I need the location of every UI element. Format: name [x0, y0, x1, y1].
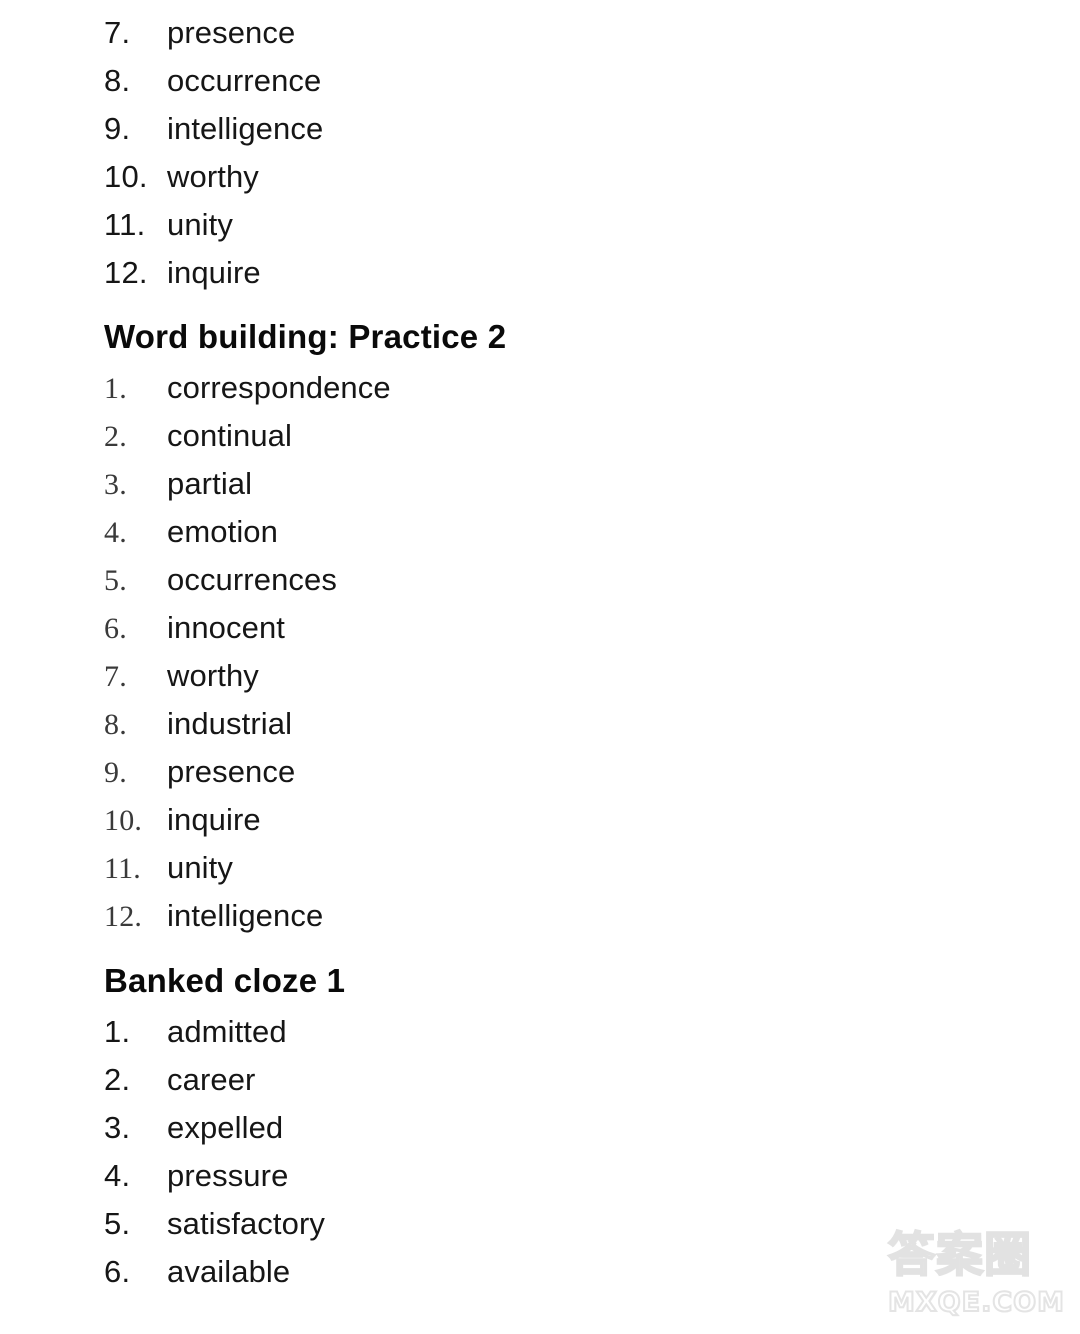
answer-item-number: 6. [104, 612, 127, 645]
answer-list-practice-1-continued: 7. presence 8. occurrence 9. intelligence 10. w… [104, 9, 323, 297]
section-heading-banked-cloze-1: Banked cloze 1 [104, 962, 346, 999]
answer-item: 11. unity [104, 844, 391, 892]
answer-item: 8. occurrence [104, 57, 323, 105]
answer-item-number: 7. [104, 15, 131, 50]
answer-item: 7. worthy [104, 652, 391, 700]
answer-item: 4. pressure [104, 1152, 325, 1200]
answer-item-number: 11. [104, 852, 141, 885]
answer-item-word: satisfactory [167, 1206, 325, 1241]
answer-item-word: available [167, 1254, 291, 1289]
answer-item: 9. intelligence [104, 105, 323, 153]
answer-item-word: worthy [167, 658, 259, 693]
answer-item-number: 5. [104, 564, 127, 597]
answer-item-number: 11. [104, 207, 146, 242]
answer-item-number: 10. [104, 159, 148, 194]
answer-item: 10. worthy [104, 153, 323, 201]
answer-item-number: 12. [104, 255, 148, 290]
answer-item-word: worthy [167, 159, 259, 194]
answer-item-word: career [167, 1062, 256, 1097]
answer-item-word: unity [167, 850, 233, 885]
answer-item: 3. expelled [104, 1104, 325, 1152]
answer-item: 7. presence [104, 9, 323, 57]
answer-item-number: 7. [104, 660, 127, 693]
answer-item: 12. inquire [104, 249, 323, 297]
answer-item: 6. innocent [104, 604, 391, 652]
answer-item-number: 2. [104, 1062, 131, 1097]
document-page: 7. presence 8. occurrence 9. intelligence 10. w… [0, 0, 1080, 1334]
section-heading-word-building-practice-2: Word building: Practice 2 [104, 318, 507, 355]
answer-item-number: 10. [104, 804, 143, 837]
answer-item: 4. emotion [104, 508, 391, 556]
answer-item-number: 5. [104, 1206, 131, 1241]
answer-item-word: pressure [167, 1158, 289, 1193]
answer-item-number: 3. [104, 1110, 131, 1145]
answer-list-practice-2: 1. correspondence 2. continual 3. partial 4. em… [104, 364, 391, 940]
answer-item-word: innocent [167, 610, 286, 645]
answer-item-word: intelligence [167, 898, 324, 933]
answer-item-number: 1. [104, 372, 127, 405]
answer-item-word: occurrence [167, 63, 322, 98]
answer-item: 9. presence [104, 748, 391, 796]
answer-item: 3. partial [104, 460, 391, 508]
site-watermark: 答案圈 MXQE.COM [887, 1227, 1080, 1334]
answer-item-word: intelligence [167, 111, 324, 146]
answer-item-word: expelled [167, 1110, 284, 1145]
answer-item-word: inquire [167, 802, 261, 837]
answer-item-word: partial [167, 466, 253, 501]
answer-item-word: emotion [167, 514, 278, 549]
watermark-characters: 答案圈 [887, 1227, 1032, 1284]
answer-item: 2. career [104, 1056, 325, 1104]
answer-item-word: continual [167, 418, 292, 453]
answer-item: 5. satisfactory [104, 1200, 325, 1248]
answer-item-word: industrial [167, 706, 293, 741]
answer-item-number: 2. [104, 420, 127, 453]
answer-item-number: 8. [104, 63, 131, 98]
answer-item: 5. occurrences [104, 556, 391, 604]
answer-item-number: 4. [104, 1158, 131, 1193]
answer-item-word: correspondence [167, 370, 391, 405]
answer-item: 1. admitted [104, 1008, 325, 1056]
answer-item-number: 4. [104, 516, 127, 549]
answer-item-word: inquire [167, 255, 261, 290]
answer-item: 10. inquire [104, 796, 391, 844]
watermark-domain-text: MXQE.COM [887, 1286, 1065, 1319]
answer-item-word: unity [167, 207, 233, 242]
answer-item-word: occurrences [167, 562, 337, 597]
answer-item-number: 8. [104, 708, 127, 741]
answer-item-word: presence [167, 15, 296, 50]
answer-item-word: admitted [167, 1014, 287, 1049]
answer-item-number: 12. [104, 900, 143, 933]
answer-item: 6. available [104, 1248, 325, 1296]
answer-item-number: 3. [104, 468, 127, 501]
answer-list-banked-cloze-1: 1. admitted 2. career 3. expelled 4. pressure 5.… [104, 1008, 325, 1296]
answer-item: 12. intelligence [104, 892, 391, 940]
answer-item: 1. correspondence [104, 364, 391, 412]
answer-item: 11. unity [104, 201, 323, 249]
answer-item-number: 9. [104, 111, 131, 146]
answer-item: 2. continual [104, 412, 391, 460]
answer-item-number: 6. [104, 1254, 131, 1289]
answer-item-number: 1. [104, 1014, 131, 1049]
answer-item: 8. industrial [104, 700, 391, 748]
answer-item-word: presence [167, 754, 296, 789]
answer-item-number: 9. [104, 756, 127, 789]
